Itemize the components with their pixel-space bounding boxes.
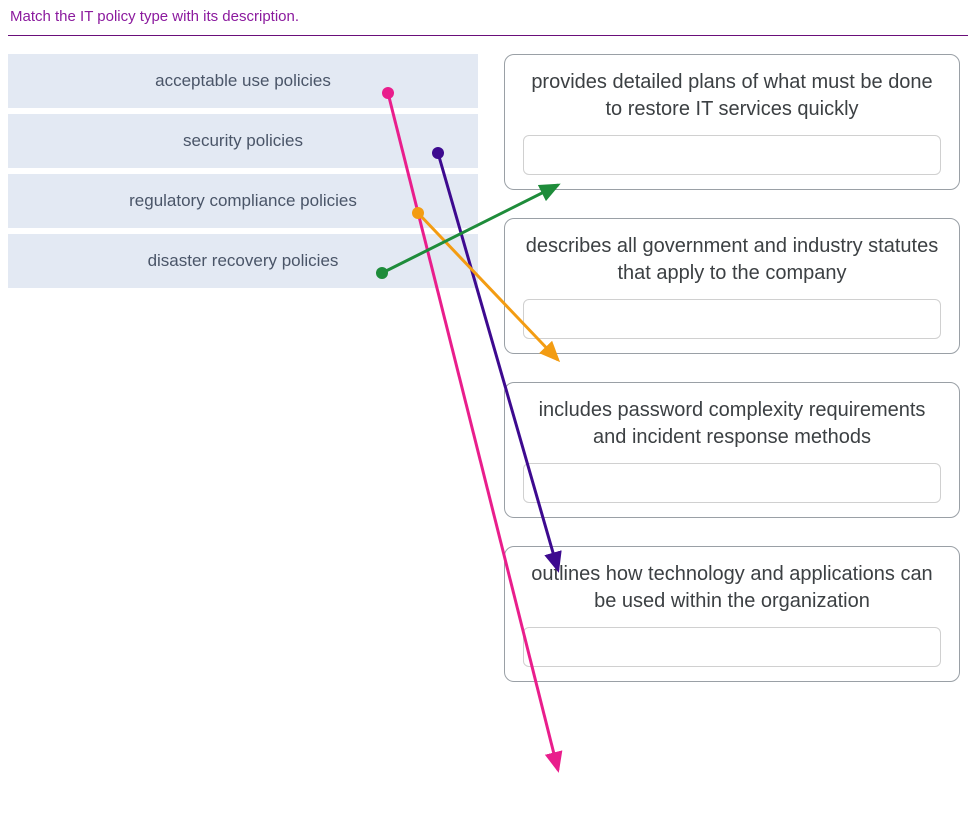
source-item[interactable]: disaster recovery policies <box>8 234 478 288</box>
question-instruction: Match the IT policy type with its descri… <box>0 0 976 35</box>
drop-zone[interactable] <box>523 463 941 503</box>
target-box: describes all government and industry st… <box>504 218 960 354</box>
drop-zone[interactable] <box>523 627 941 667</box>
target-text: includes password complexity requirement… <box>523 397 941 451</box>
drop-zone[interactable] <box>523 299 941 339</box>
source-column: acceptable use policies security policie… <box>8 54 478 294</box>
target-text: describes all government and industry st… <box>523 233 941 287</box>
source-label: security policies <box>183 131 303 150</box>
target-text: outlines how technology and applications… <box>523 561 941 615</box>
source-label: regulatory compliance policies <box>129 191 357 210</box>
source-item[interactable]: security policies <box>8 114 478 168</box>
target-box: outlines how technology and applications… <box>504 546 960 682</box>
target-box: provides detailed plans of what must be … <box>504 54 960 190</box>
target-text: provides detailed plans of what must be … <box>523 69 941 123</box>
target-box: includes password complexity requirement… <box>504 382 960 518</box>
target-column: provides detailed plans of what must be … <box>504 54 960 710</box>
drop-zone[interactable] <box>523 135 941 175</box>
source-label: acceptable use policies <box>155 71 331 90</box>
header-divider <box>8 35 968 36</box>
source-item[interactable]: acceptable use policies <box>8 54 478 108</box>
instruction-text: Match the IT policy type with its descri… <box>10 8 299 25</box>
source-item[interactable]: regulatory compliance policies <box>8 174 478 228</box>
source-label: disaster recovery policies <box>148 251 339 270</box>
